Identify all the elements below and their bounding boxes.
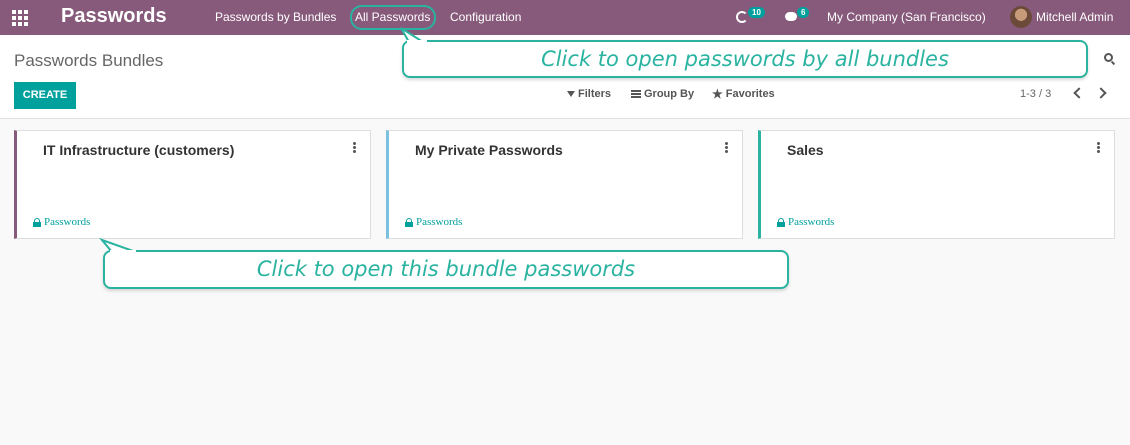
favorites-label: Favorites [725, 88, 775, 100]
lock-icon [33, 217, 41, 227]
user-avatar[interactable] [1010, 6, 1032, 28]
group-by-toggle[interactable]: Group By [631, 88, 694, 100]
messaging-chat-icon[interactable] [785, 12, 797, 21]
bundle-card[interactable]: My Private Passwords Passwords [386, 130, 743, 239]
search-icon[interactable] [1104, 53, 1113, 62]
bundle-card-passwords-link[interactable]: Passwords [405, 216, 462, 228]
group-by-label: Group By [644, 88, 695, 100]
bundle-card-title: IT Infrastructure (customers) [43, 142, 235, 158]
tooltip-callout-bottom: Click to open this bundle passwords [103, 250, 789, 289]
filters-label: Filters [578, 88, 612, 100]
card-dropdown-icon[interactable] [1097, 142, 1100, 153]
tooltip-callout-top: Click to open passwords by all bundles [402, 40, 1088, 78]
filter-icon [567, 91, 575, 97]
lock-icon [405, 217, 413, 227]
bundle-card-passwords-link[interactable]: Passwords [33, 216, 90, 228]
star-icon: ★ [712, 87, 723, 101]
app-title[interactable]: Passwords [61, 5, 167, 28]
bundle-card-tag-label: Passwords [788, 216, 835, 228]
lock-icon [777, 217, 785, 227]
bundle-card[interactable]: Sales Passwords [758, 130, 1115, 239]
bundle-card-tag-label: Passwords [44, 216, 91, 228]
activity-clock-icon[interactable] [736, 11, 748, 23]
pager-value[interactable]: 1-3 / 3 [1020, 88, 1051, 100]
group-by-icon [631, 90, 641, 98]
user-menu[interactable]: Mitchell Admin [1036, 10, 1113, 24]
activity-count-badge: 10 [748, 7, 765, 18]
bundle-card-title: My Private Passwords [415, 142, 563, 158]
menu-configuration[interactable]: Configuration [450, 10, 521, 24]
top-navbar: Passwords Passwords by Bundles All Passw… [0, 0, 1130, 35]
pager-next-icon[interactable] [1096, 86, 1110, 100]
card-dropdown-icon[interactable] [353, 142, 356, 153]
menu-all-passwords[interactable]: All Passwords [355, 10, 430, 24]
filters-toggle[interactable]: Filters [567, 88, 611, 100]
bundle-card-tag-label: Passwords [416, 216, 463, 228]
callout-bottom-pointer-mask [110, 250, 136, 254]
favorites-toggle[interactable]: ★ Favorites [712, 88, 775, 100]
apps-menu-icon[interactable] [12, 10, 28, 26]
breadcrumb: Passwords Bundles [14, 51, 164, 70]
company-switcher[interactable]: My Company (San Francisco) [827, 10, 986, 24]
menu-passwords-by-bundles[interactable]: Passwords by Bundles [215, 10, 336, 24]
bundle-card-title: Sales [787, 142, 824, 158]
message-count-badge: 6 [797, 7, 810, 18]
bundle-card-passwords-link[interactable]: Passwords [777, 216, 834, 228]
tooltip-callout-top-text: Click to open passwords by all bundles [541, 47, 949, 71]
bundle-card[interactable]: IT Infrastructure (customers) Passwords [14, 130, 371, 239]
callout-top-pointer-mask [407, 40, 427, 44]
tooltip-callout-bottom-text: Click to open this bundle passwords [256, 257, 636, 281]
card-dropdown-icon[interactable] [725, 142, 728, 153]
pager-previous-icon[interactable] [1070, 86, 1084, 100]
create-button[interactable]: CREATE [14, 82, 76, 109]
